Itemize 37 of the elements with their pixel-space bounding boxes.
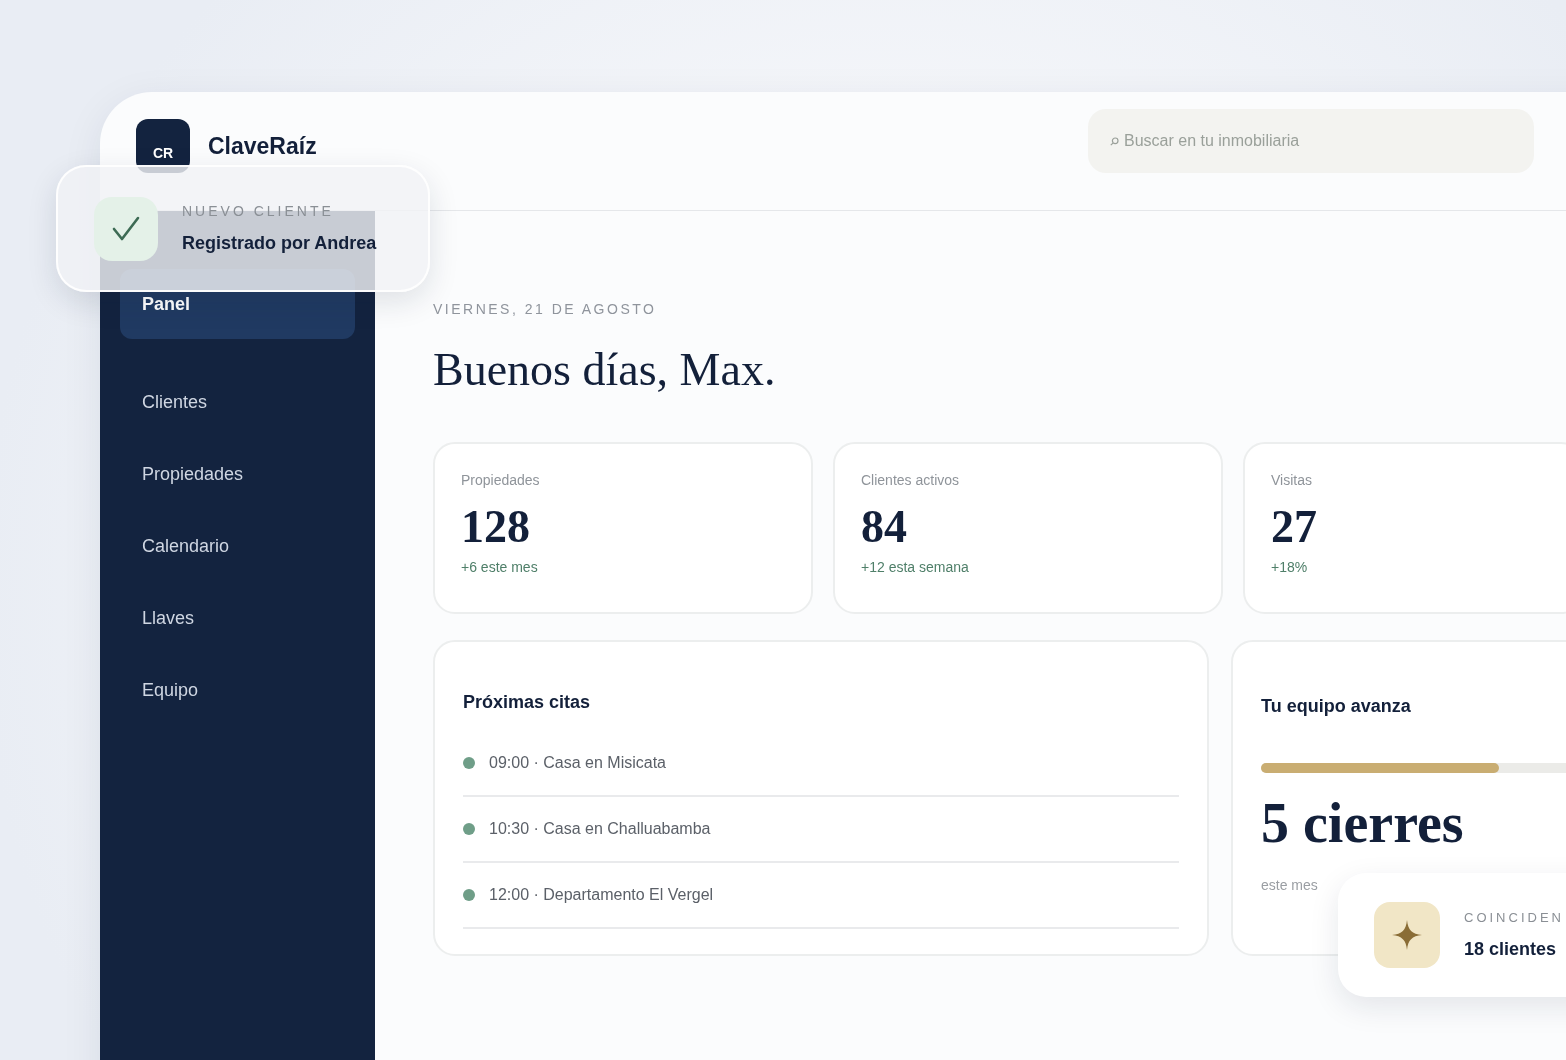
nav-item[interactable]: Propiedades [120, 439, 355, 509]
stat-value: 84 [861, 500, 907, 553]
nav-item[interactable]: Calendario [120, 511, 355, 581]
stat-label: Visitas [1271, 472, 1312, 488]
stat-delta: +18% [1271, 559, 1308, 575]
nav-item[interactable]: Equipo [120, 655, 355, 725]
matches-eyebrow: COINCIDEN [1464, 910, 1564, 925]
appointment-text: 10:30 · Casa en Challuabamba [489, 820, 711, 838]
stat-delta: +6 este mes [461, 559, 538, 575]
appointment-text: 12:00 · Departamento El Vergel [489, 886, 714, 904]
nav-item[interactable]: Clientes [120, 367, 355, 437]
brand-name: ClaveRaíz [208, 132, 317, 160]
appointment-row[interactable]: 09:00 · Casa en Misicata [463, 731, 1179, 797]
stat-value: 128 [461, 500, 530, 553]
stat-label: Propiedades [461, 472, 540, 488]
toast-message: Registrado por Andrea [182, 233, 377, 254]
stat-delta: +12 esta semana [861, 559, 969, 575]
toast-eyebrow: NUEVO CLIENTE [182, 203, 335, 219]
appointment-row[interactable]: 10:30 · Casa en Challuabamba [463, 797, 1179, 863]
appointment-text: 09:00 · Casa en Misicata [489, 754, 666, 772]
stat-label: Clientes activos [861, 472, 960, 488]
appointment-row[interactable]: 12:00 · Departamento El Vergel [463, 863, 1179, 929]
search-field[interactable]: Buscar en tu inmobiliaria [1088, 109, 1534, 173]
status-dot [463, 757, 475, 769]
check-icon [112, 215, 140, 242]
status-dot [463, 823, 475, 835]
date-label: VIERNES, 21 DE AGOSTO [433, 301, 658, 317]
card-title: Próximas citas [463, 692, 592, 713]
sparkle-icon [1392, 920, 1422, 950]
status-dot [463, 889, 475, 901]
stat-value: 27 [1271, 500, 1317, 553]
greeting: Buenos días, Max. [433, 343, 777, 396]
matches-count: 18 clientes [1464, 939, 1558, 960]
nav-item[interactable]: Llaves [120, 583, 355, 653]
closings-value: 5 cierres [1261, 791, 1464, 855]
card-title: Tu equipo avanza [1261, 696, 1411, 717]
closings-caption: este mes [1261, 877, 1318, 893]
